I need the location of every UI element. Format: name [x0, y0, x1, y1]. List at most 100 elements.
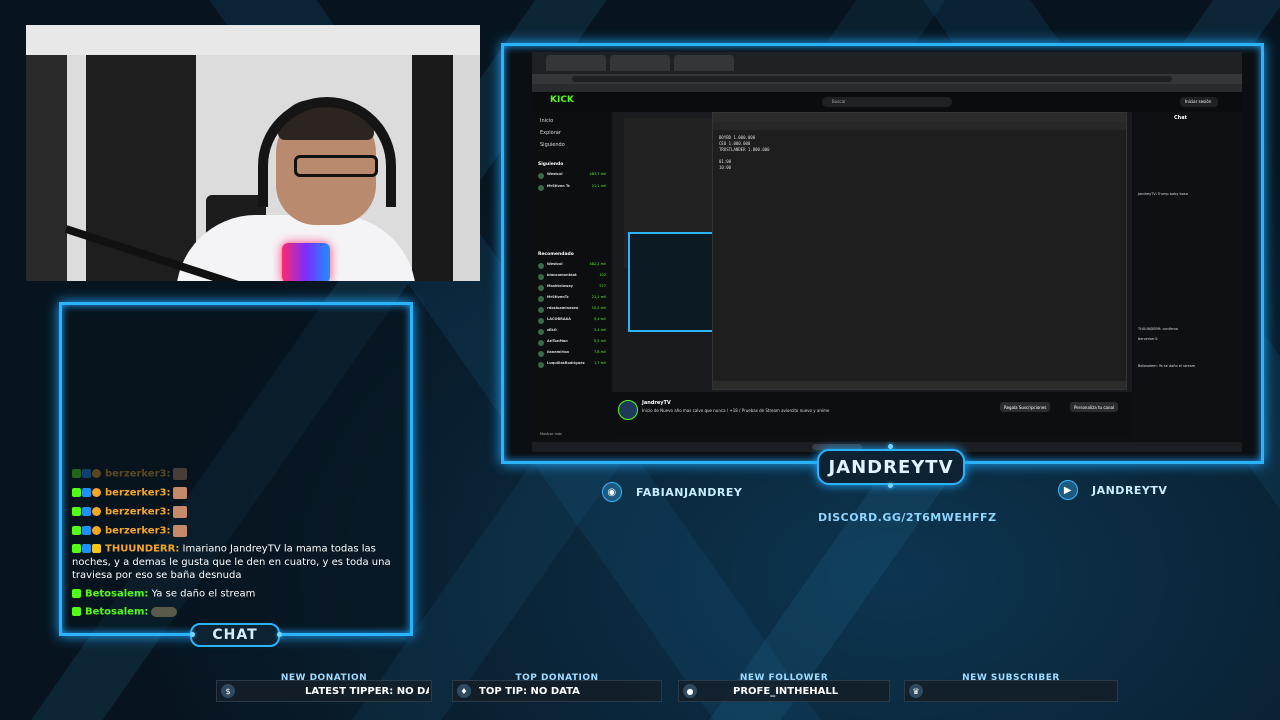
chat-message: THUUNDERR: Imariano JandreyTV la mama to…: [72, 542, 408, 582]
channel-avatar: [538, 318, 544, 324]
banner-dot: [888, 483, 893, 488]
chat-badges: [72, 524, 102, 537]
chat-username: berzerker3:: [105, 525, 171, 537]
kick-chat-title: Chat: [1174, 115, 1187, 121]
chat-message: berzerker3:: [72, 505, 408, 519]
bookmarks-bar: [532, 84, 1242, 92]
moderator-badge-icon: [82, 468, 91, 478]
social-handle: FABIANJANDREY: [636, 485, 743, 499]
chat-message: berzerker3:: [72, 524, 408, 538]
show-more-link[interactable]: Mostrar más: [540, 432, 562, 436]
moderator-badge-icon: [82, 506, 91, 516]
chat-badges: [72, 587, 82, 600]
nav-siguiendo[interactable]: Siguiendo: [540, 142, 565, 148]
chat-message: Betosalem:: [72, 605, 408, 619]
webcam-closet: [86, 55, 196, 281]
channel-avatar: [538, 296, 544, 302]
kick-chat-line: Betosalem: Ya se daño el stream: [1138, 364, 1196, 368]
stream-channel-name[interactable]: JandreyTV: [642, 400, 671, 406]
subscriber-badge-icon: [92, 506, 101, 516]
emote-icon: [173, 505, 188, 518]
recommended-channel[interactable]: MrStivenTc 21,1 mil: [538, 295, 606, 304]
chat-badges: [72, 467, 102, 480]
kick-login-button[interactable]: Iniciar sesión: [1180, 97, 1218, 107]
emote-icon: [173, 467, 188, 480]
browser-tabbar: [532, 52, 1242, 74]
car-emote-icon: [151, 606, 178, 617]
kick-sidebar: Inicio Explorar Siguiendo Siguiendo West…: [532, 112, 610, 442]
stat-new-subscriber: NEW SUBSCRIBER ♛: [904, 673, 1118, 702]
channel-avatar: [538, 351, 544, 357]
channel-avatar: [538, 185, 544, 191]
recommended-channel[interactable]: llanemiriox 7,8 mil: [538, 350, 606, 359]
donation-icon: $: [221, 684, 235, 698]
notepad-statusbar: [713, 381, 1126, 389]
chat-message: berzerker3:: [72, 467, 408, 481]
social-handle: JANDREYTV: [1092, 483, 1168, 497]
channel-avatar: [538, 173, 544, 179]
chat-username: berzerker3:: [105, 506, 171, 518]
moderator-badge-icon: [82, 487, 91, 497]
banner-dot: [888, 444, 893, 449]
kick-badge-icon: [72, 543, 81, 553]
streamer-avatar[interactable]: [618, 400, 638, 420]
recommended-channel[interactable]: Westcol 482,2 mil: [538, 262, 606, 271]
recommended-channel[interactable]: blancomonteat 102: [538, 273, 606, 282]
moderator-badge-icon: [82, 543, 91, 553]
subscriber-badge-icon: [92, 468, 101, 478]
recommended-channel[interactable]: LACOBRAAA 9,4 mil: [538, 317, 606, 326]
browser-tab[interactable]: [674, 55, 734, 71]
recommended-channel[interactable]: zEkO 3,4 mil: [538, 328, 606, 337]
notepad-menubar[interactable]: [713, 122, 1126, 130]
address-input[interactable]: [572, 76, 1172, 82]
kick-chat-line: THUUNDERR: confirmo: [1138, 327, 1178, 331]
microphone-icon: [282, 243, 330, 281]
browser-tab[interactable]: [546, 55, 606, 71]
moderator-badge-icon: [82, 525, 91, 535]
banner-dot: [277, 632, 282, 637]
recommended-channel[interactable]: rdosluaminaseo 10,2 mil: [538, 306, 606, 315]
chat-username: berzerker3:: [105, 468, 171, 480]
chat-badges: [72, 605, 82, 618]
browser-tab[interactable]: [610, 55, 670, 71]
emote-icon: [173, 486, 188, 499]
channel-avatar: [538, 285, 544, 291]
chat-username: Betosalem:: [85, 606, 149, 618]
recommended-channel[interactable]: AriTonMan 5,5 mil: [538, 339, 606, 348]
kick-logo[interactable]: KICK: [550, 95, 574, 105]
nav-inicio[interactable]: Inicio: [540, 118, 553, 124]
chat-username: THUUNDERR:: [105, 543, 180, 555]
kick-badge-icon: [72, 468, 81, 478]
chat-message: berzerker3:: [72, 486, 408, 500]
kick-badge-icon: [72, 606, 81, 616]
stat-title: TOP DONATION: [515, 673, 599, 683]
stat-new-follower: NEW FOLLOWER ● PROFE_INTHEHALL: [678, 673, 890, 702]
kick-chat-panel: Chat Betosalem: Ya se daño el stream THU…: [1134, 112, 1242, 442]
gift-subs-button[interactable]: Regala Suscripciones: [1000, 402, 1051, 412]
kick-search-input[interactable]: Buscar: [822, 97, 952, 107]
social-instagram: ◉ FABIANJANDREY: [602, 482, 742, 502]
screen-capture: KICK Buscar Iniciar sesión Inicio Explor…: [532, 52, 1242, 452]
webcam-person-glasses: [294, 155, 378, 177]
emote-icon: [173, 524, 188, 537]
notepad-text[interactable]: BOYBD 1.000.000 CEO 1.000.000 TRUSTLANDE…: [719, 135, 770, 171]
notepad-window[interactable]: BOYBD 1.000.000 CEO 1.000.000 TRUSTLANDE…: [712, 112, 1127, 390]
recommended-channel[interactable]: Mashtoloway 577: [538, 284, 606, 293]
kick-chat-line: JandreyTV: Trump baby bosa: [1138, 192, 1188, 196]
stat-value: PROFE_INTHEHALL: [733, 686, 839, 697]
stream-info: JandreyTV Inicio de Nuevo año mas calvo …: [612, 392, 1132, 436]
banner-dot: [190, 632, 195, 637]
stat-top-donation: TOP DONATION ♦ TOP TIP: NO DATA: [452, 673, 662, 702]
chat-badges: [72, 542, 102, 555]
following-channel[interactable]: Westcol 483,7 mil: [538, 172, 606, 181]
stat-value: LATEST TIPPER: NO DA: [305, 686, 429, 697]
recommended-channel[interactable]: LuquillasRodriguez 1,7 mil: [538, 361, 606, 370]
notepad-titlebar[interactable]: [713, 113, 1126, 122]
crown-badge-icon: [92, 543, 101, 553]
channel-avatar: [538, 274, 544, 280]
customize-channel-button[interactable]: Personaliza tu canal: [1070, 402, 1119, 412]
stat-new-donation: NEW DONATION $ LATEST TIPPER: NO DA: [216, 673, 432, 702]
following-channel[interactable]: MrStiven Tc 21,1 mil: [538, 184, 606, 193]
nav-explorar[interactable]: Explorar: [540, 130, 561, 136]
subscriber-badge-icon: [92, 525, 101, 535]
